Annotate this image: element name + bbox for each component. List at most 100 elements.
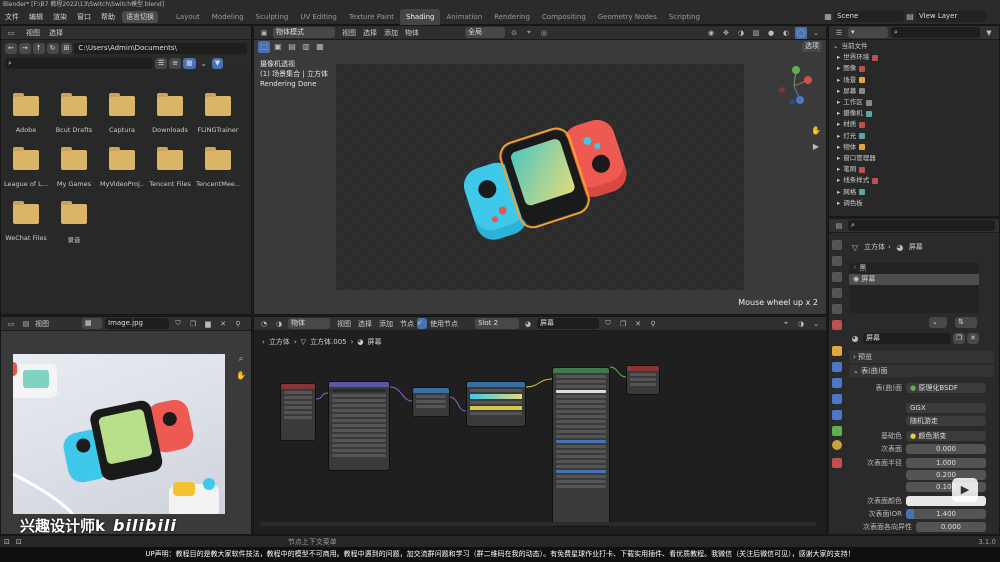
shading-material-icon[interactable]: ◐ [780,27,792,39]
vertical-list-icon[interactable]: ☰ [155,57,168,69]
select-mode-icon[interactable]: ▣ [272,41,284,53]
file-menu-view[interactable]: 视图 [26,28,40,38]
physics-tab-icon[interactable] [832,394,842,404]
tab-modeling[interactable]: Modeling [206,9,250,25]
menu-window[interactable]: 窗口 [72,9,96,25]
folder-item[interactable]: WeChat Files [4,201,48,242]
preview-panel[interactable]: › 预览 [849,351,994,363]
principled-bsdf-node[interactable] [552,367,610,527]
tab-sculpting[interactable]: Sculpting [250,9,295,25]
material-output-node[interactable] [626,365,660,395]
tab-geometry-nodes[interactable]: Geometry Nodes [592,9,663,25]
distribution-dropdown[interactable]: GGX [906,402,986,413]
outliner-item[interactable]: ▸ 场景 [829,75,999,86]
properties-search-input[interactable]: ⌕ [848,220,995,231]
tab-animation[interactable]: Animation [440,9,488,25]
folder-item[interactable]: Downloads [148,93,192,134]
folder-item[interactable]: Adobe [4,93,48,134]
open-folder-icon[interactable]: ▆ [202,318,214,330]
material-name-field[interactable]: 屏幕 [863,332,951,344]
folder-item[interactable]: TencentMee... [196,147,240,188]
material-slot[interactable]: ◉ 屏幕 [849,274,979,285]
image-name-field[interactable]: Image.jpg [105,318,169,329]
xray-icon[interactable]: ▨ [750,27,762,39]
thumbnails-icon[interactable]: ▦ [183,57,196,69]
tool-tab-icon[interactable] [832,240,842,250]
overlay-icon[interactable]: ◑ [735,27,747,39]
image-menu-view[interactable]: 视图 [35,319,49,329]
folder-item[interactable]: Bcut Drafts [52,93,96,134]
file-menu-select[interactable]: 选择 [49,28,63,38]
tab-shading[interactable]: Shading [400,8,441,25]
outliner-root[interactable]: ⌄ 当前文件 [829,41,999,52]
navigation-gizmo[interactable] [774,66,814,106]
outliner-item[interactable]: ▸ 调色板 [829,198,999,209]
outliner-item[interactable]: ▸ 屏幕 [829,86,999,97]
select-mode-icon[interactable]: ▤ [286,41,298,53]
outliner-item[interactable]: ▸ 网格 [829,187,999,198]
view-mode-icon[interactable]: ▤ [20,318,32,330]
particles-tab-icon[interactable] [832,378,842,388]
back-button[interactable]: ← [5,42,17,54]
editor-type-icon[interactable]: ▤ [833,220,845,232]
color-ramp-node[interactable] [466,381,526,427]
camera-view-icon[interactable]: ▶ [810,140,822,152]
new-image-icon[interactable]: ❐ [187,318,199,330]
zoom-icon[interactable]: ⌕ [235,353,247,365]
editor-type-icon[interactable]: ▭ [5,27,17,39]
outliner-item[interactable]: ▸ 灯光 [829,131,999,142]
viewport-menu-add[interactable]: 添加 [384,28,398,38]
scene-selector[interactable]: Scene [834,11,904,22]
subsurface-field[interactable]: 0.000 [906,443,986,454]
tab-compositing[interactable]: Compositing [536,9,592,25]
menu-render[interactable]: 渲染 [48,9,72,25]
menu-help[interactable]: 帮助 [96,9,120,25]
folder-item[interactable]: MyVideoProj... [100,147,144,188]
mapping-node[interactable] [328,381,390,471]
options-dropdown[interactable]: 选项 [802,41,822,52]
chevron-down-icon[interactable]: ⌄ [810,27,822,39]
path-field[interactable]: C:\Users\Admin\Documents\ [74,42,247,54]
object-tab-icon[interactable] [832,346,842,356]
sort-slots-button[interactable]: ⇅ [955,317,977,328]
shading-solid-icon[interactable]: ● [765,27,777,39]
display-mode-dropdown[interactable]: ▾ [848,27,888,38]
material-slot-list[interactable]: ◦ 黑 ◉ 屏幕 [849,263,979,313]
folder-item[interactable]: Tencent Files [148,147,192,188]
view-layer-selector[interactable]: View Layer [916,11,986,22]
outliner-item[interactable]: ▸ 窗口管理器 [829,153,999,164]
subsurface-ior-slider[interactable]: 1.400 [906,508,986,519]
material-tab-icon[interactable] [832,440,842,450]
outliner-search-input[interactable]: ⌕ [891,27,980,38]
select-box-icon[interactable]: ⬚ [258,40,270,53]
menu-edit[interactable]: 编辑 [24,9,48,25]
outliner-item[interactable]: ▸ 图像 [829,63,999,74]
new-folder-button[interactable]: ⊞ [60,42,73,54]
pin-icon[interactable]: ⚲ [232,318,244,330]
gizmo-icon[interactable]: ✥ [720,27,732,39]
folder-item[interactable]: Captura [100,93,144,134]
outliner-item[interactable]: ▸ 物体 [829,142,999,153]
folder-item[interactable]: 录音 [52,201,96,244]
outliner-item[interactable]: ▸ 笔刷 [829,164,999,175]
tab-layout[interactable]: Layout [170,9,206,25]
forward-button[interactable]: → [18,42,31,54]
horizontal-list-icon[interactable]: ≡ [169,57,182,69]
select-mode-icon[interactable]: ▥ [300,41,312,53]
outliner-item[interactable]: ▸ 摄像机 [829,108,999,119]
tab-texture-paint[interactable]: Texture Paint [343,9,400,25]
visibility-icon[interactable]: ◉ [705,27,717,39]
base-color-field[interactable]: ● 颜色渐变 [906,430,986,441]
close-icon[interactable]: ✕ [967,332,979,344]
tab-scripting[interactable]: Scripting [663,9,706,25]
transform-orientation-dropdown[interactable]: 全局 [465,27,505,38]
data-tab-icon[interactable] [832,426,842,436]
fake-user-icon[interactable]: ⛉ [172,318,184,330]
snap-icon[interactable]: ⌖ [523,27,535,39]
separate-xyz-node[interactable] [412,387,450,417]
render-tab-icon[interactable] [832,256,842,266]
texture-tab-icon[interactable] [832,458,842,468]
surface-shader-field[interactable]: ● 原理化BSDF [906,382,986,393]
select-mode-icon[interactable]: ▦ [314,41,326,53]
editor-type-icon[interactable]: ▣ [258,27,270,39]
